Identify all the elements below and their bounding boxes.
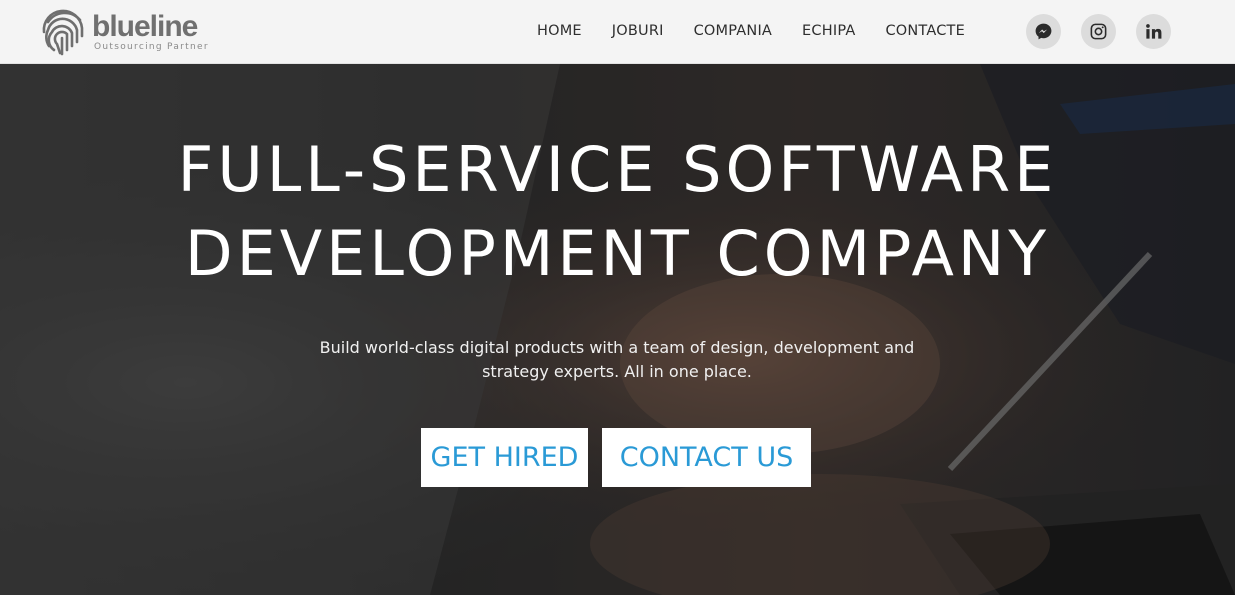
messenger-icon [1035,23,1052,40]
brand-tagline: Outsourcing Partner [94,42,209,52]
site-header: blueline Outsourcing Partner HOME JOBURI… [0,0,1235,64]
contact-us-button[interactable]: CONTACT US [602,428,811,487]
messenger-button[interactable] [1026,14,1061,49]
linkedin-icon [1146,24,1162,39]
nav-echipa[interactable]: ECHIPA [802,23,855,39]
brand-name: blueline [92,10,198,43]
hero-subtitle-line-2: strategy experts. All in one place. [482,362,752,381]
get-hired-button[interactable]: GET HIRED [421,428,588,487]
nav-contacte[interactable]: CONTACTE [885,23,965,39]
instagram-button[interactable] [1081,14,1116,49]
social-links [1026,14,1191,49]
main-nav: HOME JOBURI COMPANIA ECHIPA CONTACTE [537,23,995,39]
hero-section: FULL-SERVICE SOFTWARE DEVELOPMENT COMPAN… [0,64,1235,595]
hero-subtitle-line-1: Build world-class digital products with … [319,338,915,357]
hero-title: FULL-SERVICE SOFTWARE DEVELOPMENT COMPAN… [0,128,1235,296]
fingerprint-logo-icon [42,9,84,56]
nav-home[interactable]: HOME [537,23,582,39]
hero-title-line-2: DEVELOPMENT COMPANY [184,217,1051,290]
hero-title-line-1: FULL-SERVICE SOFTWARE [177,133,1058,206]
nav-joburi[interactable]: JOBURI [612,23,664,39]
logo[interactable]: blueline Outsourcing Partner [40,6,209,58]
instagram-icon [1090,23,1107,40]
hero-subtitle: Build world-class digital products with … [317,336,917,384]
nav-compania[interactable]: COMPANIA [694,23,772,39]
linkedin-button[interactable] [1136,14,1171,49]
